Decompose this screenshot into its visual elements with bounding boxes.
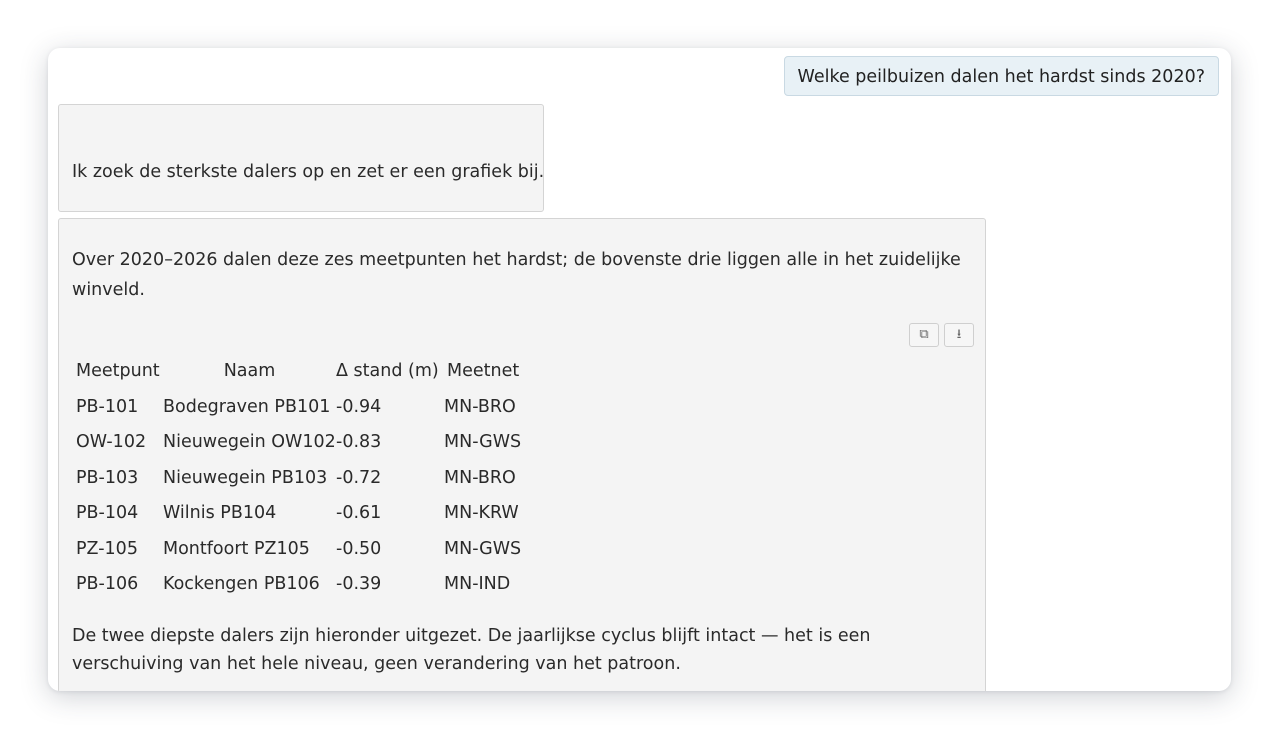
cell-meetpunt: OW-102 xyxy=(76,432,147,453)
table-row: OW-102 Nieuwegein OW102 -0.83 MN-GWS xyxy=(76,425,547,461)
cell-meetnet: MN-BRO xyxy=(444,467,516,488)
header-meetpunt: Meetpunt xyxy=(76,361,160,381)
answer-paragraph-1: Over 2020–2026 dalen deze zes meetpunten… xyxy=(72,250,961,300)
cell-naam: Wilnis PB104 xyxy=(163,503,277,524)
download-table-button[interactable]: ⭳ xyxy=(944,323,974,347)
cell-naam: Nieuwegein PB103 xyxy=(163,467,328,488)
cell-delta-stand: -0.83 xyxy=(336,432,382,453)
cell-naam: Montfoort PZ105 xyxy=(163,538,310,559)
cell-meetnet: MN-KRW xyxy=(444,503,519,524)
table-row: PZ-105 Montfoort PZ105 -0.50 MN-GWS xyxy=(76,531,547,567)
copy-table-button[interactable]: ⧉ xyxy=(909,323,939,347)
copy-icon: ⧉ xyxy=(919,327,929,342)
cell-delta-stand: -0.94 xyxy=(336,396,382,417)
cell-meetnet: MN-IND xyxy=(444,574,511,595)
cell-meetpunt: PB-104 xyxy=(76,503,139,524)
cell-naam: Nieuwegein OW102 xyxy=(163,432,336,453)
table-row: PB-106 Kockengen PB106 -0.39 MN-IND xyxy=(76,567,547,603)
assistant-intro-message: Ik zoek de sterkste dalers op en zet er … xyxy=(58,104,544,212)
cell-delta-stand: -0.39 xyxy=(336,574,382,595)
cell-delta-stand: -0.61 xyxy=(336,503,382,524)
cell-meetnet: MN-GWS xyxy=(444,538,522,559)
results-table: Meetpunt Naam Δ stand (m) Meetnet PB-101… xyxy=(76,353,547,602)
table-row: PB-101 Bodegraven PB101 -0.94 MN-BRO xyxy=(76,389,547,425)
header-delta-stand: Δ stand (m) xyxy=(336,361,439,381)
table-header-row: Meetpunt Naam Δ stand (m) Meetnet xyxy=(76,353,547,389)
assistant-answer-message: Over 2020–2026 dalen deze zes meetpunten… xyxy=(58,218,986,691)
answer-paragraph-2: De twee diepste dalers zijn hieronder ui… xyxy=(72,626,871,674)
header-meetnet: Meetnet xyxy=(447,361,520,381)
cell-meetpunt: PZ-105 xyxy=(76,538,138,559)
assistant-intro-text: Ik zoek de sterkste dalers op en zet er … xyxy=(72,162,545,182)
table-row: PB-103 Nieuwegein PB103 -0.72 MN-BRO xyxy=(76,460,547,496)
cell-naam: Kockengen PB106 xyxy=(163,574,320,595)
cell-meetnet: MN-BRO xyxy=(444,396,516,417)
cell-delta-stand: -0.72 xyxy=(336,467,382,488)
table-row: PB-104 Wilnis PB104 -0.61 MN-KRW xyxy=(76,496,547,532)
download-icon: ⭳ xyxy=(956,327,962,342)
cell-meetpunt: PB-106 xyxy=(76,574,139,595)
cell-meetpunt: PB-103 xyxy=(76,467,139,488)
user-message: Welke peilbuizen dalen het hardst sinds … xyxy=(783,56,1219,96)
cell-delta-stand: -0.50 xyxy=(336,538,382,559)
header-naam: Naam xyxy=(223,361,276,381)
cell-meetnet: MN-GWS xyxy=(444,432,522,453)
cell-meetpunt: PB-101 xyxy=(76,396,139,417)
chat-window: Welke peilbuizen dalen het hardst sinds … xyxy=(48,48,1231,691)
cell-naam: Bodegraven PB101 xyxy=(163,396,331,417)
